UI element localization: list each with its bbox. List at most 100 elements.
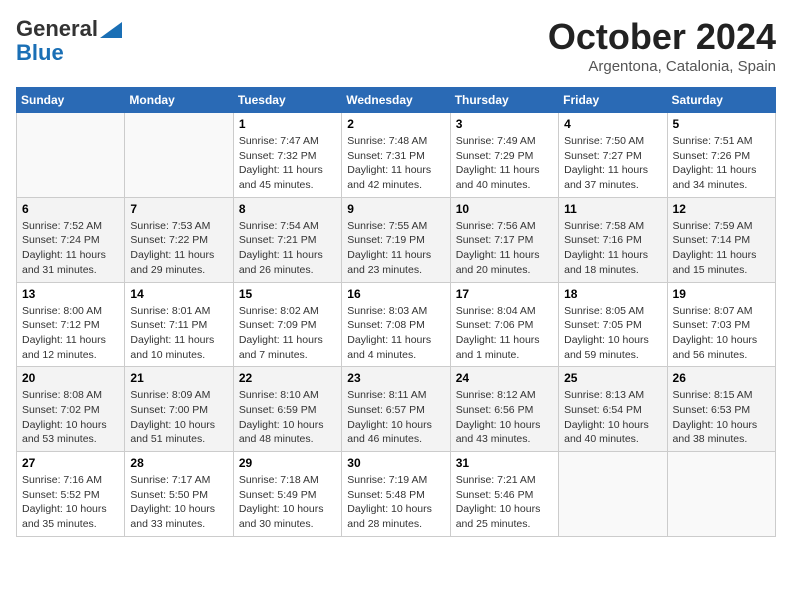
day-number: 18 bbox=[564, 287, 661, 301]
table-row: 17 Sunrise: 8:04 AMSunset: 7:06 PMDayligh… bbox=[450, 282, 558, 367]
table-row: 25 Sunrise: 8:13 AMSunset: 6:54 PMDayligh… bbox=[559, 367, 667, 452]
day-info: Sunrise: 7:54 AMSunset: 7:21 PMDaylight:… bbox=[239, 219, 336, 278]
day-number: 19 bbox=[673, 287, 770, 301]
day-number: 16 bbox=[347, 287, 444, 301]
table-row: 28 Sunrise: 7:17 AMSunset: 5:50 PMDayligh… bbox=[125, 452, 233, 537]
calendar-week-row: 13Sunrise: 8:00 AMSunset: 7:12 PMDayligh… bbox=[17, 282, 776, 367]
day-number: 23 bbox=[347, 371, 444, 385]
day-info: Sunrise: 8:03 AMSunset: 7:08 PMDaylight:… bbox=[347, 304, 444, 363]
day-number: 24 bbox=[456, 371, 553, 385]
day-info: Sunrise: 7:47 AMSunset: 7:32 PMDaylight:… bbox=[239, 134, 336, 193]
day-number: 11 bbox=[564, 202, 661, 216]
table-row: 21 Sunrise: 8:09 AMSunset: 7:00 PMDayligh… bbox=[125, 367, 233, 452]
day-info: Sunrise: 7:19 AMSunset: 5:48 PMDaylight:… bbox=[347, 473, 444, 532]
table-row: 9 Sunrise: 7:55 AMSunset: 7:19 PMDaylight… bbox=[342, 197, 450, 282]
calendar-week-row: 20 Sunrise: 8:08 AMSunset: 7:02 PMDayligh… bbox=[17, 367, 776, 452]
table-row bbox=[17, 113, 125, 198]
day-number: 21 bbox=[130, 371, 227, 385]
calendar-week-row: 27Sunrise: 7:16 AMSunset: 5:52 PMDayligh… bbox=[17, 452, 776, 537]
day-number: 15 bbox=[239, 287, 336, 301]
day-info: Sunrise: 8:09 AMSunset: 7:00 PMDaylight:… bbox=[130, 388, 227, 447]
day-info: Sunrise: 7:56 AMSunset: 7:17 PMDaylight:… bbox=[456, 219, 553, 278]
day-number: 8 bbox=[239, 202, 336, 216]
table-row: 13Sunrise: 8:00 AMSunset: 7:12 PMDayligh… bbox=[17, 282, 125, 367]
day-number: 5 bbox=[673, 117, 770, 131]
day-number: 29 bbox=[239, 456, 336, 470]
day-info: Sunrise: 7:17 AMSunset: 5:50 PMDaylight:… bbox=[130, 473, 227, 532]
table-row: 6 Sunrise: 7:52 AMSunset: 7:24 PMDaylight… bbox=[17, 197, 125, 282]
day-info: Sunrise: 7:53 AMSunset: 7:22 PMDaylight:… bbox=[130, 219, 227, 278]
table-row: 29 Sunrise: 7:18 AMSunset: 5:49 PMDayligh… bbox=[233, 452, 341, 537]
logo-blue: Blue bbox=[16, 42, 64, 64]
day-info: Sunrise: 8:05 AMSunset: 7:05 PMDaylight:… bbox=[564, 304, 661, 363]
day-number: 20 bbox=[22, 371, 119, 385]
table-row: 23 Sunrise: 8:11 AMSunset: 6:57 PMDayligh… bbox=[342, 367, 450, 452]
table-row: 24 Sunrise: 8:12 AMSunset: 6:56 PMDayligh… bbox=[450, 367, 558, 452]
table-row: 4 Sunrise: 7:50 AMSunset: 7:27 PMDaylight… bbox=[559, 113, 667, 198]
table-row: 16 Sunrise: 8:03 AMSunset: 7:08 PMDayligh… bbox=[342, 282, 450, 367]
day-info: Sunrise: 8:11 AMSunset: 6:57 PMDaylight:… bbox=[347, 388, 444, 447]
day-number: 4 bbox=[564, 117, 661, 131]
col-tuesday: Tuesday bbox=[233, 88, 341, 113]
day-number: 6 bbox=[22, 202, 119, 216]
logo-icon bbox=[100, 22, 122, 38]
day-number: 9 bbox=[347, 202, 444, 216]
day-number: 2 bbox=[347, 117, 444, 131]
day-number: 12 bbox=[673, 202, 770, 216]
table-row: 11Sunrise: 7:58 AMSunset: 7:16 PMDayligh… bbox=[559, 197, 667, 282]
day-number: 7 bbox=[130, 202, 227, 216]
table-row bbox=[559, 452, 667, 537]
day-number: 30 bbox=[347, 456, 444, 470]
day-number: 14 bbox=[130, 287, 227, 301]
col-saturday: Saturday bbox=[667, 88, 775, 113]
day-info: Sunrise: 7:52 AMSunset: 7:24 PMDaylight:… bbox=[22, 219, 119, 278]
table-row: 27Sunrise: 7:16 AMSunset: 5:52 PMDayligh… bbox=[17, 452, 125, 537]
day-info: Sunrise: 7:50 AMSunset: 7:27 PMDaylight:… bbox=[564, 134, 661, 193]
table-row: 5 Sunrise: 7:51 AMSunset: 7:26 PMDaylight… bbox=[667, 113, 775, 198]
table-row: 19 Sunrise: 8:07 AMSunset: 7:03 PMDayligh… bbox=[667, 282, 775, 367]
title-block: October 2024 Argentona, Catalonia, Spain bbox=[548, 16, 776, 75]
table-row: 2Sunrise: 7:48 AMSunset: 7:31 PMDaylight… bbox=[342, 113, 450, 198]
table-row bbox=[667, 452, 775, 537]
table-row: 12 Sunrise: 7:59 AMSunset: 7:14 PMDayligh… bbox=[667, 197, 775, 282]
table-row: 18 Sunrise: 8:05 AMSunset: 7:05 PMDayligh… bbox=[559, 282, 667, 367]
table-row: 14 Sunrise: 8:01 AMSunset: 7:11 PMDayligh… bbox=[125, 282, 233, 367]
col-thursday: Thursday bbox=[450, 88, 558, 113]
day-info: Sunrise: 8:04 AMSunset: 7:06 PMDaylight:… bbox=[456, 304, 553, 363]
day-info: Sunrise: 8:07 AMSunset: 7:03 PMDaylight:… bbox=[673, 304, 770, 363]
calendar-week-row: 1 Sunrise: 7:47 AMSunset: 7:32 PMDaylight… bbox=[17, 113, 776, 198]
day-number: 13 bbox=[22, 287, 119, 301]
day-number: 28 bbox=[130, 456, 227, 470]
day-info: Sunrise: 7:51 AMSunset: 7:26 PMDaylight:… bbox=[673, 134, 770, 193]
col-wednesday: Wednesday bbox=[342, 88, 450, 113]
table-row: 7 Sunrise: 7:53 AMSunset: 7:22 PMDaylight… bbox=[125, 197, 233, 282]
table-row: 1 Sunrise: 7:47 AMSunset: 7:32 PMDaylight… bbox=[233, 113, 341, 198]
table-row: 31 Sunrise: 7:21 AMSunset: 5:46 PMDayligh… bbox=[450, 452, 558, 537]
day-info: Sunrise: 8:12 AMSunset: 6:56 PMDaylight:… bbox=[456, 388, 553, 447]
table-row: 10 Sunrise: 7:56 AMSunset: 7:17 PMDayligh… bbox=[450, 197, 558, 282]
day-info: Sunrise: 8:08 AMSunset: 7:02 PMDaylight:… bbox=[22, 388, 119, 447]
day-info: Sunrise: 7:59 AMSunset: 7:14 PMDaylight:… bbox=[673, 219, 770, 278]
month-title: October 2024 bbox=[548, 16, 776, 58]
location: Argentona, Catalonia, Spain bbox=[548, 58, 776, 75]
table-row: 30 Sunrise: 7:19 AMSunset: 5:48 PMDayligh… bbox=[342, 452, 450, 537]
day-info: Sunrise: 7:55 AMSunset: 7:19 PMDaylight:… bbox=[347, 219, 444, 278]
day-number: 26 bbox=[673, 371, 770, 385]
table-row bbox=[125, 113, 233, 198]
day-info: Sunrise: 8:13 AMSunset: 6:54 PMDaylight:… bbox=[564, 388, 661, 447]
calendar-week-row: 6 Sunrise: 7:52 AMSunset: 7:24 PMDaylight… bbox=[17, 197, 776, 282]
day-number: 25 bbox=[564, 371, 661, 385]
table-row: 15 Sunrise: 8:02 AMSunset: 7:09 PMDayligh… bbox=[233, 282, 341, 367]
day-number: 3 bbox=[456, 117, 553, 131]
day-number: 10 bbox=[456, 202, 553, 216]
day-info: Sunrise: 8:02 AMSunset: 7:09 PMDaylight:… bbox=[239, 304, 336, 363]
day-number: 27 bbox=[22, 456, 119, 470]
day-number: 31 bbox=[456, 456, 553, 470]
day-info: Sunrise: 8:15 AMSunset: 6:53 PMDaylight:… bbox=[673, 388, 770, 447]
day-info: Sunrise: 7:18 AMSunset: 5:49 PMDaylight:… bbox=[239, 473, 336, 532]
day-info: Sunrise: 8:01 AMSunset: 7:11 PMDaylight:… bbox=[130, 304, 227, 363]
day-info: Sunrise: 7:49 AMSunset: 7:29 PMDaylight:… bbox=[456, 134, 553, 193]
day-number: 1 bbox=[239, 117, 336, 131]
day-number: 17 bbox=[456, 287, 553, 301]
day-info: Sunrise: 7:21 AMSunset: 5:46 PMDaylight:… bbox=[456, 473, 553, 532]
